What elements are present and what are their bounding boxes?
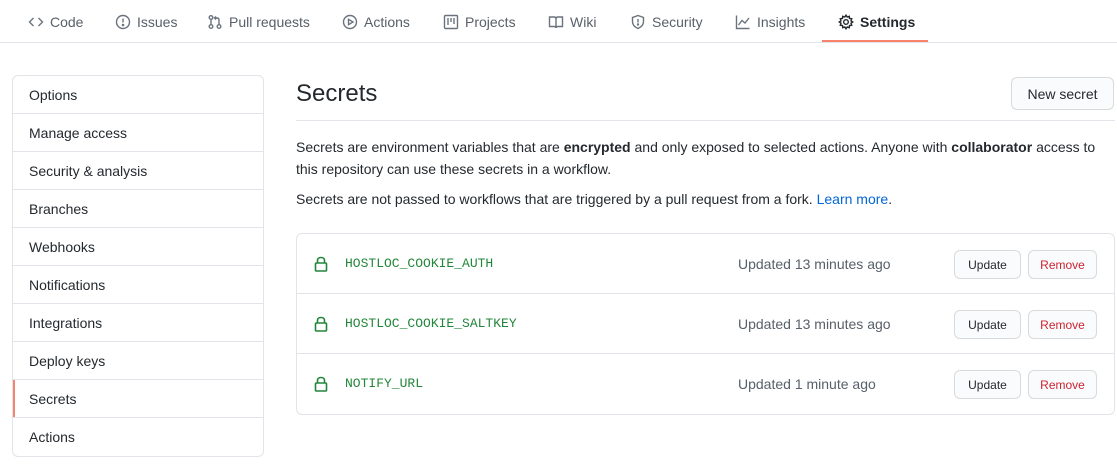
issue-icon <box>115 14 131 29</box>
sidebar-item-manage-access[interactable]: Manage access <box>13 114 263 152</box>
secret-row: HOSTLOC_COOKIE_SALTKEY Updated 13 minute… <box>297 294 1114 354</box>
sidebar-item-security-analysis[interactable]: Security & analysis <box>13 152 263 190</box>
sidebar-item-integrations[interactable]: Integrations <box>13 304 263 342</box>
pull-request-icon <box>208 14 222 29</box>
active-tab-indicator <box>822 40 928 42</box>
tab-label: Security <box>652 13 703 30</box>
gear-icon <box>838 13 854 30</box>
lock-icon <box>314 316 328 332</box>
tab-label: Settings <box>860 13 916 30</box>
secret-row: NOTIFY_URL Updated 1 minute ago Update R… <box>297 354 1114 414</box>
tab-code[interactable]: Code <box>28 0 83 43</box>
tab-actions[interactable]: Actions <box>342 0 410 43</box>
shield-icon <box>631 14 645 29</box>
lock-icon <box>314 376 328 392</box>
tab-label: Actions <box>364 13 410 30</box>
secret-updated-time: Updated 13 minutes ago <box>738 256 891 272</box>
title-divider <box>296 120 1115 121</box>
repo-tab-nav: Code Issues Pull requests Actions Projec… <box>0 0 1117 43</box>
tab-label: Wiki <box>570 13 597 30</box>
secret-name: HOSTLOC_COOKIE_SALTKEY <box>345 316 517 331</box>
secret-row: HOSTLOC_COOKIE_AUTH Updated 13 minutes a… <box>297 234 1114 294</box>
tab-issues[interactable]: Issues <box>115 0 177 43</box>
remove-secret-button[interactable]: Remove <box>1028 370 1097 399</box>
book-icon <box>548 15 564 28</box>
tab-label: Projects <box>465 13 516 30</box>
update-secret-button[interactable]: Update <box>954 370 1021 399</box>
secret-updated-time: Updated 1 minute ago <box>738 376 876 392</box>
secrets-list: HOSTLOC_COOKIE_AUTH Updated 13 minutes a… <box>296 233 1115 415</box>
sidebar-item-secrets[interactable]: Secrets <box>13 380 263 418</box>
learn-more-link[interactable]: Learn more <box>817 191 889 207</box>
sidebar-item-actions[interactable]: Actions <box>13 418 263 456</box>
fork-note-text: Secrets are not passed to workflows that… <box>296 191 817 207</box>
new-secret-button[interactable]: New secret <box>1011 77 1114 110</box>
tab-security[interactable]: Security <box>630 0 703 43</box>
graph-icon <box>735 15 750 29</box>
tab-pull-requests[interactable]: Pull requests <box>207 0 310 43</box>
tab-label: Insights <box>757 13 806 30</box>
fork-note-end: . <box>888 191 893 207</box>
play-icon <box>342 14 358 29</box>
sidebar-item-options[interactable]: Options <box>13 76 263 114</box>
page-title: Secrets <box>296 80 378 107</box>
project-icon <box>443 14 459 29</box>
sidebar-item-deploy-keys[interactable]: Deploy keys <box>13 342 263 380</box>
tab-insights[interactable]: Insights <box>735 0 805 43</box>
fork-note: Secrets are not passed to workflows that… <box>296 188 1112 210</box>
tab-label: Code <box>50 13 84 30</box>
tab-wiki[interactable]: Wiki <box>548 0 596 43</box>
desc-text: Secrets are environment variables that a… <box>296 139 564 155</box>
sidebar-item-webhooks[interactable]: Webhooks <box>13 228 263 266</box>
code-icon <box>28 17 44 26</box>
sidebar-item-branches[interactable]: Branches <box>13 190 263 228</box>
secret-updated-time: Updated 13 minutes ago <box>738 316 891 332</box>
remove-secret-button[interactable]: Remove <box>1028 310 1097 339</box>
desc-emphasis: collaborator <box>951 139 1033 155</box>
secret-name: HOSTLOC_COOKIE_AUTH <box>345 256 494 271</box>
tab-label: Pull requests <box>229 13 310 30</box>
desc-emphasis: encrypted <box>563 139 631 155</box>
update-secret-button[interactable]: Update <box>954 310 1021 339</box>
tab-projects[interactable]: Projects <box>443 0 516 43</box>
remove-secret-button[interactable]: Remove <box>1028 250 1097 279</box>
update-secret-button[interactable]: Update <box>954 250 1021 279</box>
desc-text: and only exposed to selected actions. An… <box>630 139 952 155</box>
secrets-description: Secrets are environment variables that a… <box>296 136 1112 180</box>
tab-settings[interactable]: Settings <box>838 0 915 43</box>
sidebar-item-notifications[interactable]: Notifications <box>13 266 263 304</box>
secret-name: NOTIFY_URL <box>345 376 424 391</box>
lock-icon <box>314 256 328 272</box>
settings-sidebar: Options Manage access Security & analysi… <box>12 75 264 457</box>
tab-label: Issues <box>137 13 178 30</box>
